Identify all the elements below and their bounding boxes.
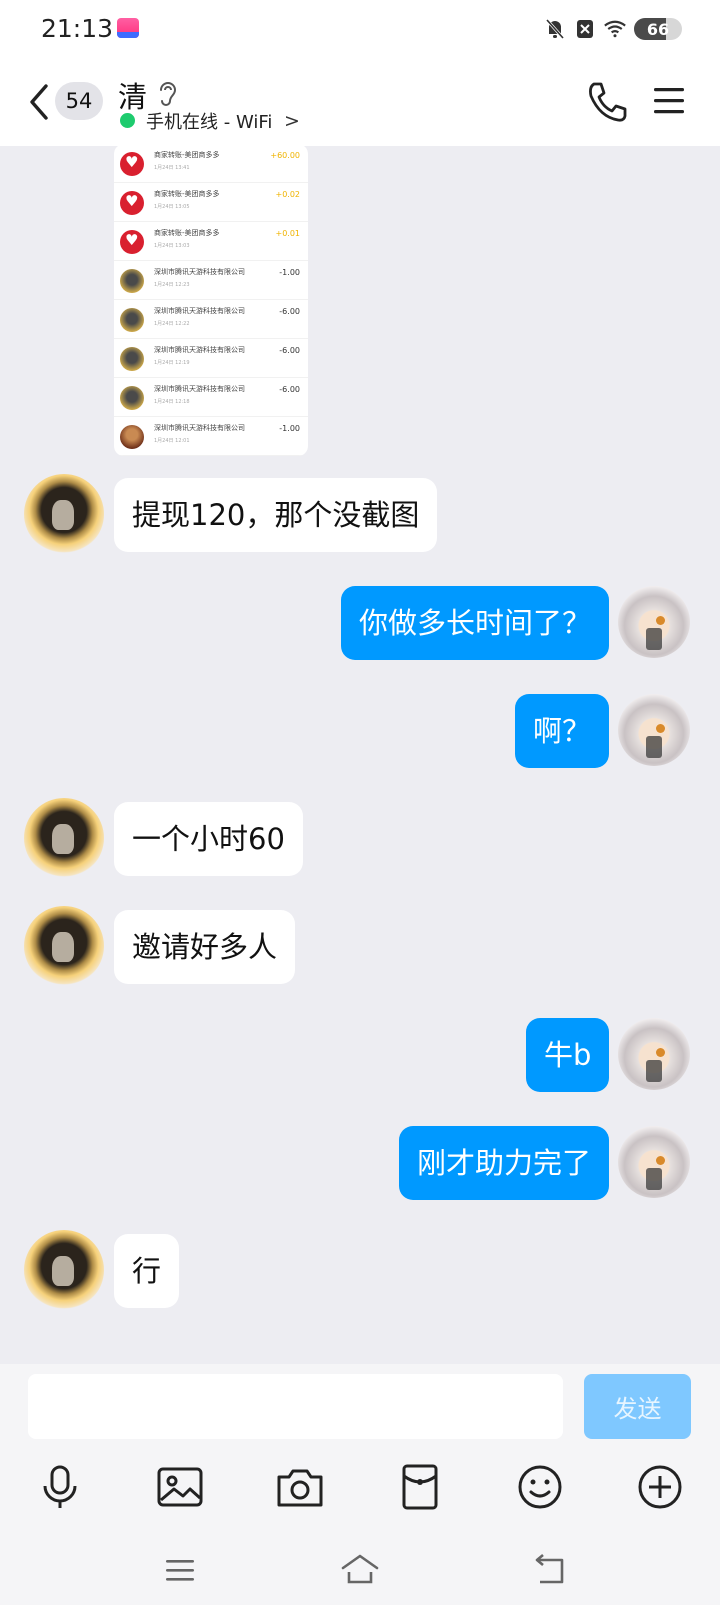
transaction-date: 1月24日 12:23 [154,282,190,288]
input-bar: 发送 [0,1364,720,1605]
transaction-name: 深圳市腾讯天游科技有限公司 [154,346,245,354]
my-avatar[interactable] [618,1126,690,1198]
status-time: 21:13 [41,14,114,43]
transaction-name: 深圳市腾讯天游科技有限公司 [154,268,245,276]
transaction-name: 商家转账-美团商多多 [154,190,220,198]
merchant-logo [120,152,144,176]
merchant-logo [120,347,144,371]
home-icon [341,1554,379,1584]
battery-percent: 66 [646,19,670,39]
transaction-amount: +0.02 [275,190,300,199]
received-message-bubble[interactable]: 一个小时60 [114,802,303,876]
back-nav-icon [535,1554,564,1584]
contact-avatar[interactable] [24,906,104,986]
contact-name[interactable]: 清 [118,74,147,116]
online-status-dot [120,113,135,128]
online-status-text[interactable]: 手机在线 - WiFi [146,108,272,134]
received-message-bubble[interactable]: 邀请好多人 [114,910,296,984]
transaction-row: 深圳市腾讯天游科技有限公司 1月24日 12:18 -6.00 [114,378,308,417]
transaction-name: 深圳市腾讯天游科技有限公司 [154,385,245,393]
transaction-amount: -6.00 [279,385,300,394]
transaction-amount: -6.00 [279,307,300,316]
contact-avatar[interactable] [24,798,104,878]
my-avatar[interactable] [618,694,690,766]
image-message[interactable]: 商家转账-美团商多多 1月24日 13:41 +60.00 商家转账-美团商多多 1月2… [114,146,308,456]
received-message-bubble[interactable]: 提现120，那个没截图 [114,478,438,552]
emoji-icon[interactable] [515,1462,565,1512]
transaction-row: 深圳市腾讯天游科技有限公司 1月24日 12:23 -1.00 [114,261,308,300]
sent-message-bubble[interactable]: 你做多长时间了？ [341,586,610,660]
received-message-bubble[interactable]: 行 [114,1234,180,1308]
hamburger-icon [654,88,684,114]
transaction-name: 商家转账-美团商多多 [154,151,220,159]
merchant-logo [120,425,144,449]
transaction-row: 商家转账-美团商多多 1月24日 13:03 +0.01 [114,222,308,261]
battery-indicator: 66 [634,18,682,40]
my-avatar[interactable] [618,586,690,658]
chat-header: 54 清 手机在线 - WiFi > [0,60,720,146]
merchant-logo [120,386,144,410]
status-bar: 21:13 66 [0,0,720,60]
mute-bell-icon [544,18,566,40]
contact-avatar[interactable] [24,1230,104,1310]
transaction-row: 深圳市腾讯天游科技有限公司 1月24日 12:19 -6.00 [114,339,308,378]
transaction-name: 商家转账-美团商多多 [154,229,220,237]
sent-message-bubble[interactable]: 牛b [526,1018,610,1092]
transaction-date: 1月24日 13:05 [154,204,190,210]
system-nav-bar [0,1544,720,1605]
send-button[interactable]: 发送 [584,1374,691,1439]
transaction-date: 1月24日 13:41 [154,165,190,171]
transaction-date: 1月24日 12:01 [154,438,190,444]
transaction-name: 深圳市腾讯天游科技有限公司 [154,424,245,432]
wifi-icon [604,18,626,40]
home-button[interactable] [340,1552,380,1588]
transaction-amount: -6.00 [279,346,300,355]
status-icons: 66 [544,16,682,42]
chevron-left-icon [30,84,48,120]
transaction-row: 商家转账-美团商多多 1月24日 13:41 +60.00 [114,146,308,183]
transaction-amount: -1.00 [279,424,300,433]
app-notification-icon [117,18,139,38]
merchant-logo [120,191,144,215]
chevron-right-icon: > [284,110,300,132]
transaction-row: 深圳市腾讯天游科技有限公司 1月24日 12:01 -1.00 [114,417,308,456]
message-input[interactable] [28,1374,563,1439]
menu-button[interactable] [653,86,685,116]
recents-button[interactable] [160,1552,200,1588]
call-button[interactable] [586,80,628,124]
transaction-date: 1月24日 12:18 [154,399,190,405]
unread-count-badge[interactable]: 54 [55,82,103,120]
transaction-date: 1月24日 12:19 [154,360,190,366]
transaction-row: 商家转账-美团商多多 1月24日 13:05 +0.02 [114,183,308,222]
transaction-date: 1月24日 13:03 [154,243,190,249]
phone-icon [589,82,627,122]
transaction-name: 深圳市腾讯天游科技有限公司 [154,307,245,315]
transaction-amount: +0.01 [275,229,300,238]
close-notification-icon [574,18,596,40]
image-icon[interactable] [155,1462,205,1512]
chat-area[interactable]: 商家转账-美团商多多 1月24日 13:41 +60.00 商家转账-美团商多多 1月2… [0,146,720,1364]
transaction-amount: -1.00 [279,268,300,277]
merchant-logo [120,269,144,293]
merchant-logo [120,308,144,332]
sent-message-bubble[interactable]: 刚才助力完了 [399,1126,610,1200]
transaction-date: 1月24日 12:22 [154,321,190,327]
contact-avatar[interactable] [24,474,104,554]
transaction-row: 深圳市腾讯天游科技有限公司 1月24日 12:22 -6.00 [114,300,308,339]
back-button[interactable] [26,82,52,122]
transaction-amount: +60.00 [270,151,300,160]
ear-icon [156,78,178,108]
back-nav-button[interactable] [530,1552,570,1588]
camera-icon[interactable] [275,1462,325,1512]
my-avatar[interactable] [618,1018,690,1090]
red-packet-icon[interactable] [395,1462,445,1512]
plus-icon[interactable] [635,1462,685,1512]
microphone-icon[interactable] [35,1462,85,1512]
merchant-logo [120,230,144,254]
sent-message-bubble[interactable]: 啊？ [515,694,610,768]
recents-icon [166,1560,194,1581]
